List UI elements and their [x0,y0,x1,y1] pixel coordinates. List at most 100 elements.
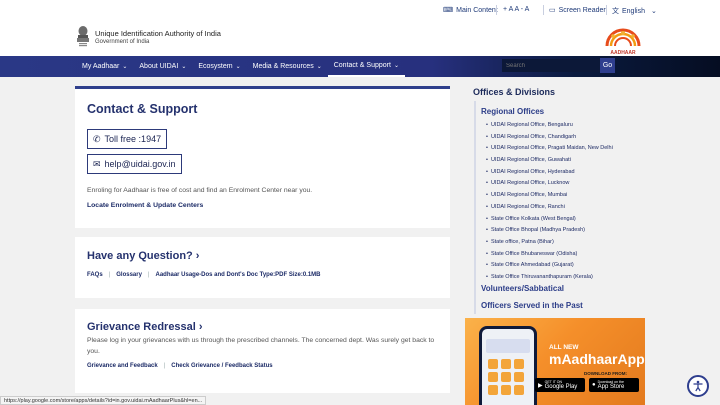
divider [543,5,544,15]
apple-icon: ● [592,382,596,388]
national-emblem-icon [77,26,89,47]
list-item[interactable]: State Office Kolkata (West Bengal) [486,214,613,226]
question-links: FAQs | Glossary | Aadhaar Usage-Dos and … [87,272,321,278]
list-item[interactable]: UIDAI Regional Office, Hyderabad [486,167,613,179]
language-label: English [622,7,645,15]
offices-list: UIDAI Regional Office, Bengaluru UIDAI R… [486,120,613,284]
keyboard-icon: ⌨ [443,7,454,14]
grievance-card: Grievance Redressal › Please log in your… [75,309,450,393]
status-url-bar: https://play.google.com/store/apps/detai… [0,396,207,405]
divider: | [108,272,111,278]
list-item[interactable]: State Office Thiruvananthapuram (Kerala) [486,272,613,284]
mail-icon: ✉ [93,158,101,169]
promo-download-label: DOWNLOAD FROM: [584,371,627,376]
regional-offices-heading[interactable]: Regional Offices [481,107,544,116]
main-content-link[interactable]: ⌨ Main Content [443,6,498,15]
chevron-down-icon: ⌄ [122,64,128,70]
accessibility-help-button[interactable] [687,375,709,397]
contact-card: Contact & Support ✆ Toll free :1947 ✉ he… [75,86,450,228]
org-title[interactable]: Unique Identification Authority of India… [95,29,221,45]
glossary-link[interactable]: Glossary [116,272,142,278]
list-item[interactable]: UIDAI Regional Office, Guwahati [486,155,613,167]
offices-title: Offices & Divisions [473,87,556,97]
question-card: Have any Question? › FAQs | Glossary | A… [75,237,450,298]
divider: | [163,363,166,369]
text-size-label: + A A - A [503,6,530,13]
grievance-feedback-link[interactable]: Grievance and Feedback [87,363,158,369]
locate-centers-link[interactable]: Locate Enrolment & Update Centers [87,202,203,209]
org-name: Unique Identification Authority of India [95,29,221,38]
phone-image [479,326,537,405]
nav-item-label: Ecosystem [198,63,233,70]
nav-item-label: Media & Resources [252,63,314,70]
list-item[interactable]: State Office Ahmedabad (Gujarat) [486,260,613,272]
toll-free-label: Toll free :1947 [104,134,162,144]
email-button[interactable]: ✉ help@uidai.gov.in [87,154,182,174]
app-grid-icon [488,359,528,395]
list-item[interactable]: UIDAI Regional Office, Ranchi [486,202,613,214]
nav-item-label: My Aadhaar [82,63,120,70]
nav-menu: My Aadhaar ⌄ About UIDAI ⌄ Ecosystem ⌄ M… [76,56,405,77]
divider [606,5,607,15]
main-content-label: Main Content [456,6,498,14]
chevron-down-icon: ⌄ [393,63,399,69]
nav-item-about-uidai[interactable]: About UIDAI ⌄ [133,56,192,77]
accessibility-icon [693,380,703,392]
list-item[interactable]: State Office Bhubaneswar (Odisha) [486,249,613,261]
list-item[interactable]: UIDAI Regional Office, Chandigarh [486,132,613,144]
maadhaar-promo-banner[interactable]: ALL NEW mAadhaarApp DOWNLOAD FROM: ▶ GET… [465,318,645,405]
language-selector[interactable]: 文 English ⌄ [612,6,657,16]
search-input[interactable] [502,59,600,72]
search-go-button[interactable]: Go [600,58,615,73]
chevron-down-icon: ⌄ [650,8,657,15]
google-play-badge[interactable]: ▶ GET IT ON Google Play [535,378,585,392]
usage-doc-link[interactable]: Aadhaar Usage-Dos and Dont's Doc Type:PD… [155,272,320,278]
org-subtitle: Government of India [95,39,150,45]
divider [496,5,497,15]
nav-item-my-aadhaar[interactable]: My Aadhaar ⌄ [76,56,133,77]
check-status-link[interactable]: Check Grievance / Feedback Status [171,363,272,369]
screen-reader-label: Screen Reader [558,6,606,14]
app-store-label: App Store [597,384,625,390]
phone-icon: ✆ [93,133,101,144]
nav-item-ecosystem[interactable]: Ecosystem ⌄ [192,56,246,77]
language-icon: 文 [612,8,619,15]
nav-item-contact-support[interactable]: Contact & Support ⌄ [327,56,405,77]
screen-reader-link[interactable]: ▭ Screen Reader [549,6,606,15]
nav-item-label: Contact & Support [333,62,391,69]
list-item[interactable]: UIDAI Regional Office, Pragati Maidan, N… [486,143,613,155]
google-play-label: Google Play [544,384,578,390]
chevron-down-icon: ⌄ [316,64,322,70]
question-title[interactable]: Have any Question? › [87,250,199,262]
promo-all-new: ALL NEW [549,344,579,351]
grievance-links: Grievance and Feedback | Check Grievance… [87,363,273,369]
phone-screen [486,339,530,353]
list-item[interactable]: UIDAI Regional Office, Mumbai [486,190,613,202]
email-label: help@uidai.gov.in [104,159,176,169]
volunteers-link[interactable]: Volunteers/Sabbatical [481,284,564,293]
aadhaar-logo[interactable]: AADHAAR [601,24,645,56]
play-icon: ▶ [538,382,543,389]
text-size-control[interactable]: + A A - A [503,6,529,13]
offices-panel: Regional Offices UIDAI Regional Office, … [474,101,645,314]
list-item[interactable]: State office, Patna (Bihar) [486,237,613,249]
enrol-info-text: Enroling for Aadhaar is free of cost and… [87,187,313,194]
main-nav: My Aadhaar ⌄ About UIDAI ⌄ Ecosystem ⌄ M… [0,56,720,77]
grievance-title[interactable]: Grievance Redressal › [87,321,203,333]
app-store-badge[interactable]: ● Download on the App Store [589,378,639,392]
list-item[interactable]: UIDAI Regional Office, Lucknow [486,178,613,190]
divider: | [147,272,150,278]
utility-bar: ⌨ Main Content + A A - A ▭ Screen Reader… [0,0,720,20]
grievance-text: Please log in your grievances with us th… [87,337,435,355]
nav-item-label: About UIDAI [139,63,179,70]
list-item[interactable]: UIDAI Regional Office, Bengaluru [486,120,613,132]
site-header: Unique Identification Authority of India… [0,20,720,56]
promo-app-name: mAadhaarApp [549,351,645,367]
screen-reader-icon: ▭ [549,7,556,14]
list-item[interactable]: State Office Bhopal (Madhya Pradesh) [486,225,613,237]
faqs-link[interactable]: FAQs [87,272,103,278]
toll-free-button[interactable]: ✆ Toll free :1947 [87,129,168,149]
nav-item-media-resources[interactable]: Media & Resources ⌄ [247,56,328,77]
officers-link[interactable]: Officers Served in the Past [481,301,583,310]
chevron-down-icon: ⌄ [181,64,187,70]
